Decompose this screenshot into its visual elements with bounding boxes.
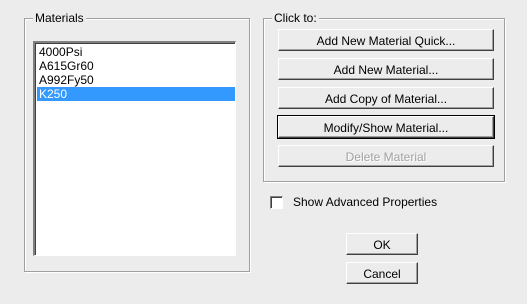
ok-button[interactable]: OK <box>346 233 418 255</box>
delete-material-button[interactable]: Delete Material <box>278 145 494 167</box>
show-advanced-properties-checkbox[interactable] <box>270 195 283 209</box>
modify-show-material-button[interactable]: Modify/Show Material... <box>277 115 495 139</box>
define-materials-dialog: Materials 4000Psi A615Gr60 A992Fy50 K250… <box>0 0 529 304</box>
material-list-item[interactable]: A615Gr60 <box>37 59 235 73</box>
materials-listbox[interactable]: 4000Psi A615Gr60 A992Fy50 K250 <box>33 41 236 256</box>
add-new-material-button[interactable]: Add New Material... <box>278 58 494 80</box>
show-advanced-properties-label[interactable]: Show Advanced Properties <box>293 195 437 209</box>
add-copy-of-material-button[interactable]: Add Copy of Material... <box>278 87 494 109</box>
material-list-item[interactable]: A992Fy50 <box>37 73 235 87</box>
click-to-groupbox: Click to: Add New Material Quick... Add … <box>263 11 505 182</box>
show-advanced-properties-row[interactable]: Show Advanced Properties <box>270 194 437 210</box>
materials-list: 4000Psi A615Gr60 A992Fy50 K250 <box>35 43 235 101</box>
material-list-item[interactable]: 4000Psi <box>37 45 235 59</box>
materials-groupbox: Materials 4000Psi A615Gr60 A992Fy50 K250 <box>24 11 250 272</box>
cancel-button[interactable]: Cancel <box>346 262 418 284</box>
add-new-material-quick-button[interactable]: Add New Material Quick... <box>278 29 494 51</box>
materials-group-label: Materials <box>33 11 86 25</box>
material-list-item-selected[interactable]: K250 <box>37 87 235 101</box>
click-to-group-label: Click to: <box>272 11 319 25</box>
